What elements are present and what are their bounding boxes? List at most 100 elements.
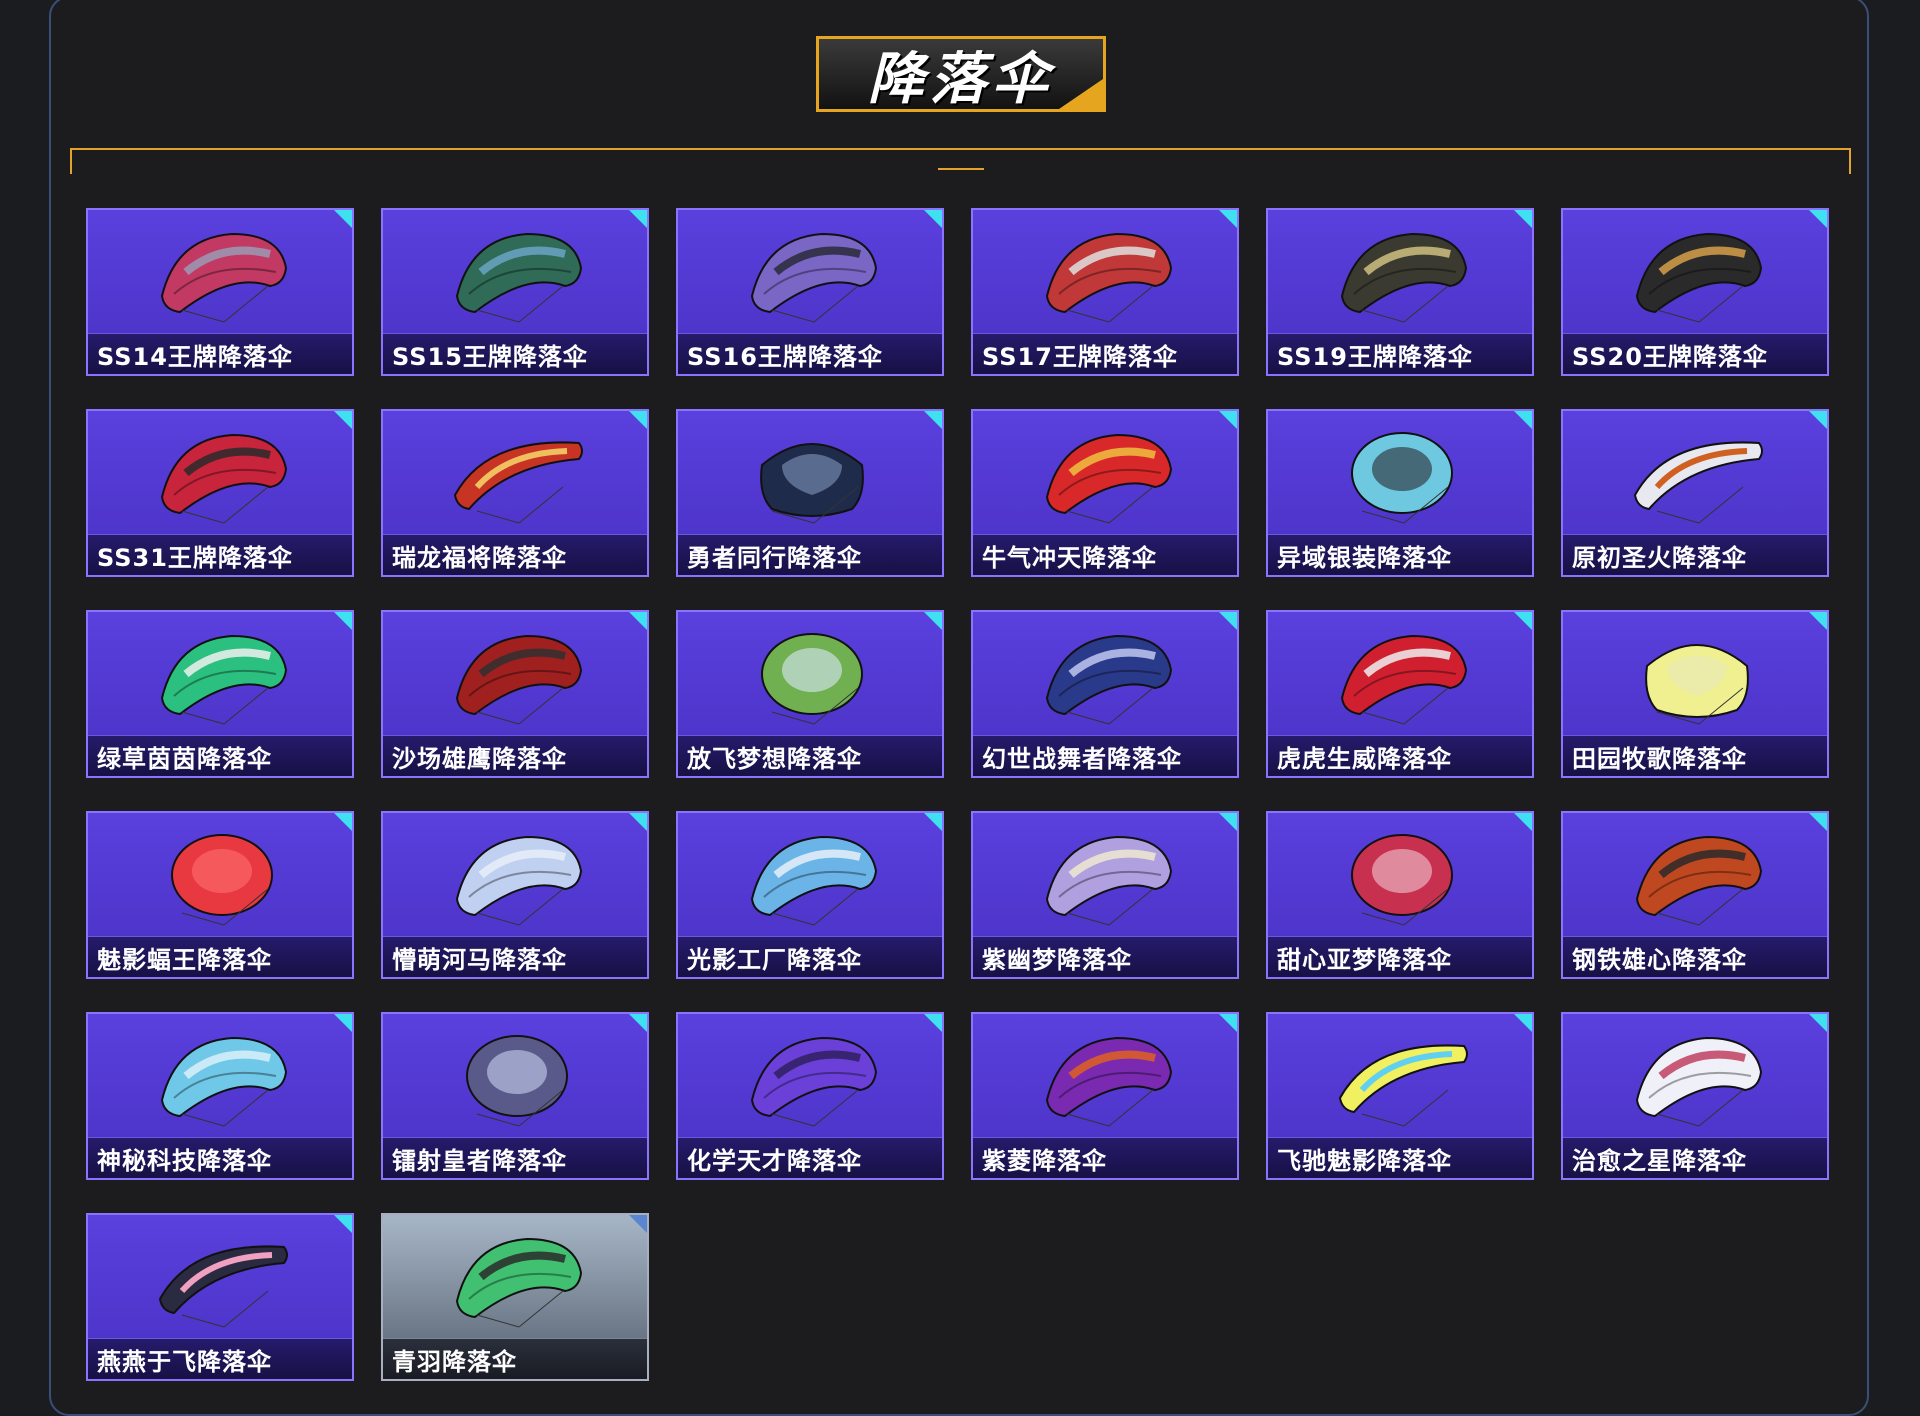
rarity-corner [1809,612,1827,630]
parachute-name: 田园牧歌降落伞 [1572,744,1747,773]
parachute-card[interactable]: SS20王牌降落伞 [1561,208,1829,376]
card-name-bar: 虎虎生威降落伞 [1268,735,1532,776]
parachute-icon [455,1237,583,1328]
parachute-icon [466,1035,568,1127]
card-name-bar: 甜心亚梦降落伞 [1268,936,1532,977]
parachute-card[interactable]: 原初圣火降落伞 [1561,409,1829,577]
rarity-corner [629,411,647,429]
parachute-name: 飞驰魅影降落伞 [1277,1146,1452,1175]
card-name-bar: 原初圣火降落伞 [1563,534,1827,575]
card-name-bar: 牛气冲天降落伞 [973,534,1237,575]
parachute-card[interactable]: SS17王牌降落伞 [971,208,1239,376]
card-name-bar: 光影工厂降落伞 [678,936,942,977]
parachute-card[interactable]: SS14王牌降落伞 [86,208,354,376]
page-title-badge: 降落伞 [816,36,1106,112]
parachute-card[interactable]: 牛气冲天降落伞 [971,409,1239,577]
rarity-corner [1219,612,1237,630]
parachute-card[interactable]: 魅影蝠王降落伞 [86,811,354,979]
card-name-bar: 异域银装降落伞 [1268,534,1532,575]
parachute-name: 光影工厂降落伞 [687,945,862,974]
parachute-card[interactable]: 燕燕于飞降落伞 [86,1213,354,1381]
parachute-card[interactable]: 钢铁雄心降落伞 [1561,811,1829,979]
parachute-name: 神秘科技降落伞 [97,1146,272,1175]
rarity-corner [334,612,352,630]
parachute-card[interactable]: 绿草茵茵降落伞 [86,610,354,778]
parachute-icon [1635,1036,1763,1127]
parachute-card[interactable]: 青羽降落伞 [381,1213,649,1381]
frame-accent [938,168,984,170]
parachute-card[interactable]: 懵萌河马降落伞 [381,811,649,979]
parachute-icon [750,232,878,323]
card-name-bar: 绿草茵茵降落伞 [88,735,352,776]
parachute-name: 虎虎生威降落伞 [1277,744,1452,773]
rarity-corner [334,1215,352,1233]
parachute-name: 紫幽梦降落伞 [982,945,1132,974]
parachute-card[interactable]: 甜心亚梦降落伞 [1266,811,1534,979]
parachute-icon [455,232,583,323]
rarity-corner [1809,1014,1827,1032]
card-name-bar: 化学天才降落伞 [678,1137,942,1178]
parachute-icon [453,441,583,524]
parachute-card[interactable]: 幻世战舞者降落伞 [971,610,1239,778]
parachute-card[interactable]: 神秘科技降落伞 [86,1012,354,1180]
rarity-corner [924,1014,942,1032]
parachute-name: 治愈之星降落伞 [1572,1146,1747,1175]
parachute-icon [1340,232,1468,323]
parachute-icon [760,443,864,524]
rarity-corner [334,411,352,429]
card-name-bar: 青羽降落伞 [383,1338,647,1379]
card-name-bar: SS31王牌降落伞 [88,534,352,575]
parachute-icon [1351,432,1453,524]
rarity-corner [334,1014,352,1032]
card-name-bar: 紫菱降落伞 [973,1137,1237,1178]
parachute-card[interactable]: SS31王牌降落伞 [86,409,354,577]
parachute-icon [750,1036,878,1127]
rarity-corner [1514,411,1532,429]
parachute-card[interactable]: 虎虎生威降落伞 [1266,610,1534,778]
parachute-card[interactable]: SS16王牌降落伞 [676,208,944,376]
parachute-card[interactable]: 镭射皇者降落伞 [381,1012,649,1180]
parachute-icon [1045,1036,1173,1127]
parachute-name: 青羽降落伞 [392,1347,517,1376]
parachute-icon [1645,644,1749,725]
parachute-name: 钢铁雄心降落伞 [1572,945,1747,974]
parachute-card[interactable]: 田园牧歌降落伞 [1561,610,1829,778]
parachute-card[interactable]: 光影工厂降落伞 [676,811,944,979]
parachute-icon [455,835,583,926]
parachute-icon [455,634,583,725]
parachute-card[interactable]: 紫幽梦降落伞 [971,811,1239,979]
rarity-corner [334,210,352,228]
parachute-name: 原初圣火降落伞 [1572,543,1747,572]
parachute-name: SS17王牌降落伞 [982,342,1178,371]
parachute-card[interactable]: 紫菱降落伞 [971,1012,1239,1180]
card-name-bar: SS20王牌降落伞 [1563,333,1827,374]
card-name-bar: 放飞梦想降落伞 [678,735,942,776]
parachute-card[interactable]: SS19王牌降落伞 [1266,208,1534,376]
parachute-name: SS31王牌降落伞 [97,543,293,572]
card-name-bar: 镭射皇者降落伞 [383,1137,647,1178]
parachute-icon [761,633,863,725]
parachute-name: 甜心亚梦降落伞 [1277,945,1452,974]
parachute-card[interactable]: 瑞龙福将降落伞 [381,409,649,577]
parachute-card[interactable]: 飞驰魅影降落伞 [1266,1012,1534,1180]
grid-frame [70,148,1851,174]
card-name-bar: SS16王牌降落伞 [678,333,942,374]
parachute-name: 幻世战舞者降落伞 [982,744,1182,773]
parachute-name: 紫菱降落伞 [982,1146,1107,1175]
card-name-bar: SS19王牌降落伞 [1268,333,1532,374]
parachute-card[interactable]: SS15王牌降落伞 [381,208,649,376]
parachute-card[interactable]: 异域银装降落伞 [1266,409,1534,577]
card-name-bar: SS15王牌降落伞 [383,333,647,374]
parachute-card[interactable]: 化学天才降落伞 [676,1012,944,1180]
parachute-icon [158,1245,288,1328]
parachute-card[interactable]: 勇者同行降落伞 [676,409,944,577]
parachute-name: 异域银装降落伞 [1277,543,1452,572]
page-title: 降落伞 [868,46,1054,112]
rarity-corner [1514,612,1532,630]
parachute-card[interactable]: 放飞梦想降落伞 [676,610,944,778]
parachute-card[interactable]: 沙场雄鹰降落伞 [381,610,649,778]
card-name-bar: 神秘科技降落伞 [88,1137,352,1178]
rarity-corner [1809,813,1827,831]
parachute-name: 瑞龙福将降落伞 [392,543,567,572]
parachute-card[interactable]: 治愈之星降落伞 [1561,1012,1829,1180]
